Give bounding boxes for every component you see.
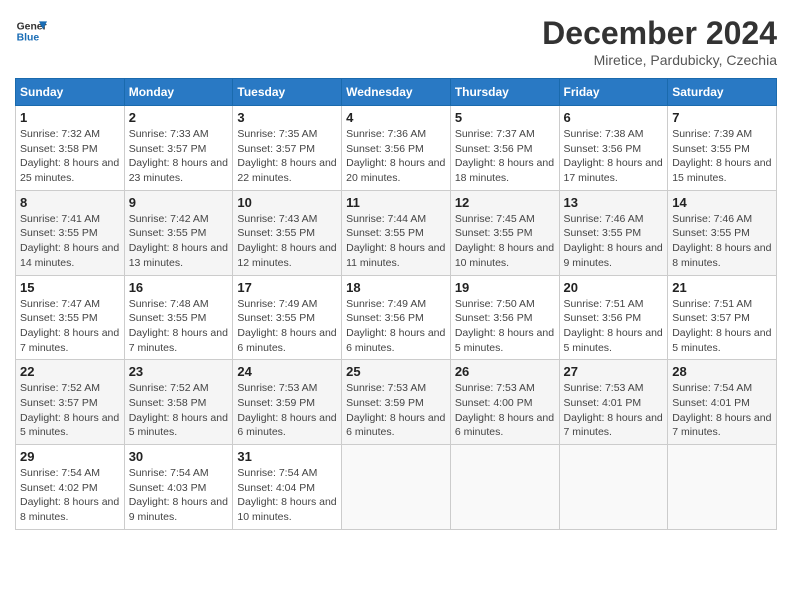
logo-icon: General Blue	[15, 15, 47, 47]
table-row: 12Sunrise: 7:45 AMSunset: 3:55 PMDayligh…	[450, 190, 559, 275]
month-title: December 2024	[542, 15, 777, 52]
table-row: 10Sunrise: 7:43 AMSunset: 3:55 PMDayligh…	[233, 190, 342, 275]
table-row: 9Sunrise: 7:42 AMSunset: 3:55 PMDaylight…	[124, 190, 233, 275]
svg-text:Blue: Blue	[17, 33, 40, 44]
col-tuesday: Tuesday	[233, 79, 342, 106]
table-row	[668, 445, 777, 530]
table-row: 18Sunrise: 7:49 AMSunset: 3:56 PMDayligh…	[342, 275, 451, 360]
table-row: 30Sunrise: 7:54 AMSunset: 4:03 PMDayligh…	[124, 445, 233, 530]
table-row	[559, 445, 668, 530]
table-row: 16Sunrise: 7:48 AMSunset: 3:55 PMDayligh…	[124, 275, 233, 360]
table-row: 8Sunrise: 7:41 AMSunset: 3:55 PMDaylight…	[16, 190, 125, 275]
logo: General Blue	[15, 15, 47, 47]
page-header: General Blue December 2024 Miretice, Par…	[15, 15, 777, 68]
table-row: 27Sunrise: 7:53 AMSunset: 4:01 PMDayligh…	[559, 360, 668, 445]
col-thursday: Thursday	[450, 79, 559, 106]
table-row: 20Sunrise: 7:51 AMSunset: 3:56 PMDayligh…	[559, 275, 668, 360]
table-row: 21Sunrise: 7:51 AMSunset: 3:57 PMDayligh…	[668, 275, 777, 360]
table-row	[342, 445, 451, 530]
location: Miretice, Pardubicky, Czechia	[542, 52, 777, 68]
table-row: 25Sunrise: 7:53 AMSunset: 3:59 PMDayligh…	[342, 360, 451, 445]
table-row: 6Sunrise: 7:38 AMSunset: 3:56 PMDaylight…	[559, 106, 668, 191]
col-monday: Monday	[124, 79, 233, 106]
title-section: December 2024 Miretice, Pardubicky, Czec…	[542, 15, 777, 68]
table-row: 2Sunrise: 7:33 AMSunset: 3:57 PMDaylight…	[124, 106, 233, 191]
table-row: 15Sunrise: 7:47 AMSunset: 3:55 PMDayligh…	[16, 275, 125, 360]
table-row: 28Sunrise: 7:54 AMSunset: 4:01 PMDayligh…	[668, 360, 777, 445]
table-row: 19Sunrise: 7:50 AMSunset: 3:56 PMDayligh…	[450, 275, 559, 360]
table-row	[450, 445, 559, 530]
table-row: 13Sunrise: 7:46 AMSunset: 3:55 PMDayligh…	[559, 190, 668, 275]
table-row: 1Sunrise: 7:32 AMSunset: 3:58 PMDaylight…	[16, 106, 125, 191]
col-friday: Friday	[559, 79, 668, 106]
table-row: 4Sunrise: 7:36 AMSunset: 3:56 PMDaylight…	[342, 106, 451, 191]
table-row: 17Sunrise: 7:49 AMSunset: 3:55 PMDayligh…	[233, 275, 342, 360]
table-row: 24Sunrise: 7:53 AMSunset: 3:59 PMDayligh…	[233, 360, 342, 445]
table-row: 29Sunrise: 7:54 AMSunset: 4:02 PMDayligh…	[16, 445, 125, 530]
col-saturday: Saturday	[668, 79, 777, 106]
table-row: 11Sunrise: 7:44 AMSunset: 3:55 PMDayligh…	[342, 190, 451, 275]
table-row: 31Sunrise: 7:54 AMSunset: 4:04 PMDayligh…	[233, 445, 342, 530]
calendar-header-row: Sunday Monday Tuesday Wednesday Thursday…	[16, 79, 777, 106]
col-wednesday: Wednesday	[342, 79, 451, 106]
col-sunday: Sunday	[16, 79, 125, 106]
table-row: 26Sunrise: 7:53 AMSunset: 4:00 PMDayligh…	[450, 360, 559, 445]
calendar-table: Sunday Monday Tuesday Wednesday Thursday…	[15, 78, 777, 530]
table-row: 5Sunrise: 7:37 AMSunset: 3:56 PMDaylight…	[450, 106, 559, 191]
table-row: 23Sunrise: 7:52 AMSunset: 3:58 PMDayligh…	[124, 360, 233, 445]
table-row: 3Sunrise: 7:35 AMSunset: 3:57 PMDaylight…	[233, 106, 342, 191]
table-row: 22Sunrise: 7:52 AMSunset: 3:57 PMDayligh…	[16, 360, 125, 445]
table-row: 7Sunrise: 7:39 AMSunset: 3:55 PMDaylight…	[668, 106, 777, 191]
table-row: 14Sunrise: 7:46 AMSunset: 3:55 PMDayligh…	[668, 190, 777, 275]
